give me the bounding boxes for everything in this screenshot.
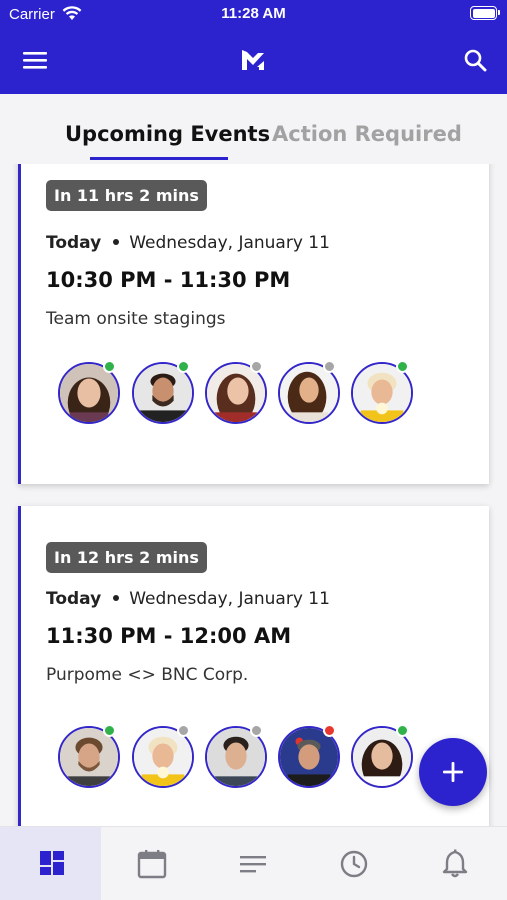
presence-indicator <box>103 724 116 737</box>
battery-icon <box>470 6 500 20</box>
clock-icon <box>340 850 368 878</box>
calendar-icon <box>137 850 167 879</box>
bottom-navigation <box>0 826 507 900</box>
nav-item-history[interactable] <box>303 827 404 900</box>
event-date-line: Today Wednesday, January 11 <box>46 589 330 609</box>
nav-item-dashboard[interactable] <box>0 827 101 900</box>
event-list[interactable]: In 11 hrs 2 mins Today Wednesday, January… <box>0 164 507 826</box>
nav-bar <box>0 40 507 80</box>
nav-item-list[interactable] <box>202 827 303 900</box>
event-title: Purpome <> BNC Corp. <box>46 665 249 685</box>
event-date-line: Today Wednesday, January 11 <box>46 233 330 253</box>
event-date: Wednesday, January 11 <box>129 589 330 609</box>
separator-dot <box>113 594 120 601</box>
presence-indicator <box>177 724 190 737</box>
app-header: Carrier 11:28 AM <box>0 0 507 94</box>
dashboard-icon <box>40 851 64 875</box>
event-title: Team onsite stagings <box>46 309 226 329</box>
tab-bar: Upcoming Events Action Required <box>0 94 507 164</box>
search-icon[interactable] <box>463 48 487 72</box>
presence-indicator <box>323 360 336 373</box>
nav-item-calendar[interactable] <box>101 827 202 900</box>
presence-indicator <box>177 360 190 373</box>
tab-upcoming-events[interactable]: Upcoming Events <box>65 122 270 146</box>
tab-action-required[interactable]: Action Required <box>272 122 462 146</box>
presence-indicator <box>250 360 263 373</box>
event-time: 10:30 PM - 11:30 PM <box>46 268 291 292</box>
presence-indicator <box>250 724 263 737</box>
attendee-avatars <box>58 360 458 426</box>
event-time: 11:30 PM - 12:00 AM <box>46 624 292 648</box>
countdown-badge: In 12 hrs 2 mins <box>46 542 207 573</box>
plus-icon <box>443 762 463 782</box>
event-day: Today <box>46 589 102 609</box>
nav-item-notifications[interactable] <box>404 827 505 900</box>
presence-indicator <box>396 724 409 737</box>
bell-icon <box>442 849 468 878</box>
active-tab-indicator <box>90 157 228 160</box>
event-card[interactable]: In 12 hrs 2 mins Today Wednesday, January… <box>18 506 489 826</box>
attendee-avatars <box>58 724 458 790</box>
status-bar: Carrier 11:28 AM <box>0 0 507 30</box>
presence-indicator <box>103 360 116 373</box>
separator-dot <box>113 238 120 245</box>
list-icon <box>240 856 266 873</box>
presence-indicator <box>396 360 409 373</box>
countdown-badge: In 11 hrs 2 mins <box>46 180 207 211</box>
event-card[interactable]: In 11 hrs 2 mins Today Wednesday, January… <box>18 164 489 484</box>
app-logo-icon <box>238 45 268 75</box>
presence-indicator <box>323 724 336 737</box>
hamburger-menu-icon[interactable] <box>23 50 47 70</box>
event-day: Today <box>46 233 102 253</box>
status-time: 11:28 AM <box>221 5 286 22</box>
event-date: Wednesday, January 11 <box>129 233 330 253</box>
add-event-button[interactable] <box>419 738 487 806</box>
